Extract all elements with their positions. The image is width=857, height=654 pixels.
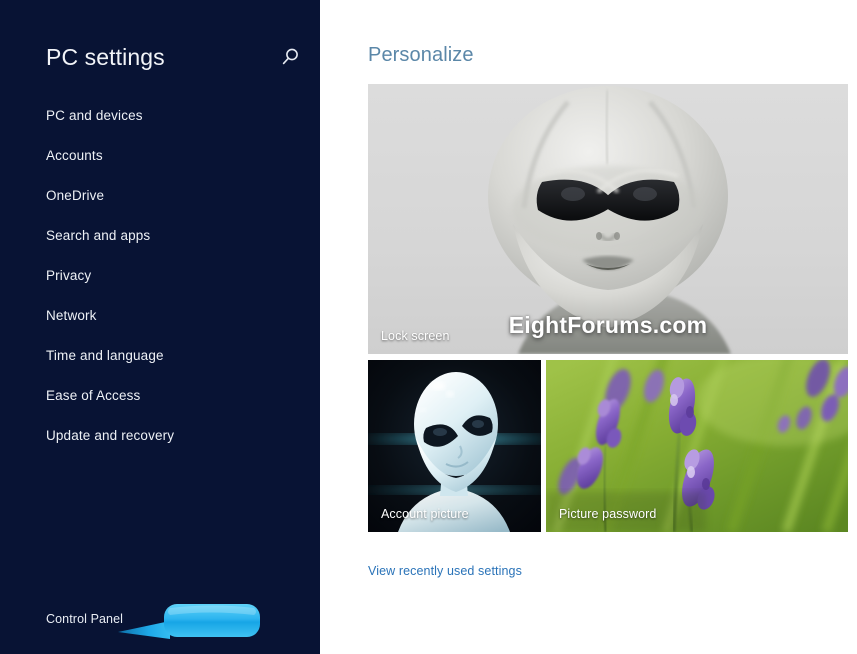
search-icon[interactable] <box>279 46 301 68</box>
tile-lock-screen[interactable]: EightForums.com Lock screen <box>368 84 848 354</box>
watermark: EightForums.com <box>508 312 708 338</box>
page-title: PC settings <box>46 44 165 70</box>
sidebar: PC settings PC and devices Accounts OneD… <box>0 0 320 654</box>
view-recently-used-settings-link[interactable]: View recently used settings <box>368 564 522 578</box>
sidebar-item-search-and-apps[interactable]: Search and apps <box>46 226 306 266</box>
sidebar-item-pc-and-devices[interactable]: PC and devices <box>46 106 306 146</box>
sidebar-header: PC settings <box>46 42 301 74</box>
tile-account-picture[interactable]: Account picture <box>368 360 541 532</box>
main-content: Personalize EightForums.com Lock screen … <box>320 0 857 654</box>
click-on-callout: Click on <box>118 598 263 643</box>
tile-label-account-picture: Account picture <box>381 507 469 521</box>
sidebar-item-update-and-recovery[interactable]: Update and recovery <box>46 426 306 466</box>
sidebar-item-ease-of-access[interactable]: Ease of Access <box>46 386 306 426</box>
sidebar-item-accounts[interactable]: Accounts <box>46 146 306 186</box>
tile-label-lock-screen: Lock screen <box>381 329 450 343</box>
tile-label-picture-password: Picture password <box>559 507 657 521</box>
sidebar-item-time-and-language[interactable]: Time and language <box>46 346 306 386</box>
sidebar-item-network[interactable]: Network <box>46 306 306 346</box>
sidebar-item-privacy[interactable]: Privacy <box>46 266 306 306</box>
sidebar-item-onedrive[interactable]: OneDrive <box>46 186 306 226</box>
pc-settings-window: PC settings PC and devices Accounts OneD… <box>0 0 857 654</box>
control-panel-link[interactable]: Control Panel <box>46 612 123 626</box>
personalize-heading: Personalize <box>368 44 474 66</box>
tile-picture-password[interactable]: Picture password <box>546 360 848 532</box>
sidebar-nav: PC and devices Accounts OneDrive Search … <box>46 106 306 466</box>
